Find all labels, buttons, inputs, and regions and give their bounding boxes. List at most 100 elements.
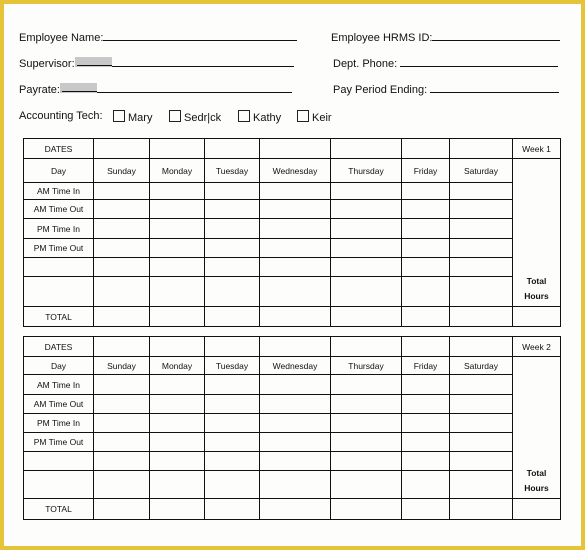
date-cell[interactable]	[204, 138, 260, 159]
time-cell[interactable]	[93, 182, 150, 200]
time-cell[interactable]	[93, 432, 150, 452]
date-cell[interactable]	[401, 138, 450, 159]
time-cell[interactable]	[330, 432, 402, 452]
time-cell[interactable]	[204, 257, 260, 277]
time-cell[interactable]	[401, 374, 450, 395]
checkbox-mary[interactable]: Mary	[113, 110, 152, 124]
time-cell[interactable]	[401, 199, 450, 219]
time-cell[interactable]	[259, 276, 331, 307]
checkbox-kathy[interactable]: Kathy	[238, 110, 281, 124]
time-cell[interactable]	[204, 451, 260, 471]
pay-period-ending-field[interactable]: Pay Period Ending:	[333, 82, 560, 96]
date-cell[interactable]	[449, 138, 513, 159]
time-cell[interactable]	[149, 218, 205, 239]
total-cell[interactable]	[204, 306, 260, 327]
time-cell[interactable]	[449, 238, 513, 258]
time-cell[interactable]	[330, 218, 402, 239]
time-cell[interactable]	[401, 257, 450, 277]
time-cell[interactable]	[401, 182, 450, 200]
time-cell[interactable]	[449, 257, 513, 277]
time-cell[interactable]	[449, 432, 513, 452]
time-cell[interactable]	[401, 451, 450, 471]
time-cell[interactable]	[449, 276, 513, 307]
time-cell[interactable]	[330, 257, 402, 277]
time-cell[interactable]	[149, 257, 205, 277]
time-cell[interactable]	[149, 394, 205, 414]
employee-name-field[interactable]: Employee Name:	[19, 30, 298, 44]
pay-period-ending-line[interactable]	[430, 82, 560, 93]
time-cell[interactable]	[330, 374, 402, 395]
payrate-line[interactable]	[96, 82, 292, 93]
time-cell[interactable]	[204, 374, 260, 395]
total-cell[interactable]	[204, 498, 260, 520]
time-cell[interactable]	[149, 470, 205, 499]
total-cell[interactable]	[401, 306, 450, 327]
total-cell[interactable]	[259, 306, 331, 327]
time-cell[interactable]	[149, 413, 205, 433]
checkbox-sedrick[interactable]: Sedr|ck	[169, 110, 221, 124]
time-cell[interactable]	[401, 394, 450, 414]
time-cell[interactable]	[330, 394, 402, 414]
time-cell[interactable]	[93, 238, 150, 258]
time-cell[interactable]	[204, 218, 260, 239]
time-cell[interactable]	[93, 470, 150, 499]
checkbox-icon[interactable]	[169, 110, 181, 122]
time-cell[interactable]	[93, 394, 150, 414]
time-cell[interactable]	[259, 451, 331, 471]
employee-hrms-id-field[interactable]: Employee HRMS ID:	[331, 30, 561, 44]
total-cell[interactable]	[449, 498, 513, 520]
date-cell[interactable]	[330, 138, 402, 159]
dept-phone-field[interactable]: Dept. Phone:	[333, 56, 559, 70]
time-cell[interactable]	[204, 413, 260, 433]
time-cell[interactable]	[449, 470, 513, 499]
date-cell[interactable]	[259, 336, 331, 357]
time-cell[interactable]	[259, 218, 331, 239]
time-cell[interactable]	[93, 218, 150, 239]
total-cell[interactable]	[330, 306, 402, 327]
time-cell[interactable]	[449, 218, 513, 239]
total-cell[interactable]	[259, 498, 331, 520]
time-cell[interactable]	[449, 199, 513, 219]
time-cell[interactable]	[93, 276, 150, 307]
time-cell[interactable]	[401, 276, 450, 307]
time-cell[interactable]	[401, 470, 450, 499]
time-cell[interactable]	[259, 199, 331, 219]
dept-phone-line[interactable]	[400, 56, 559, 67]
total-cell[interactable]	[449, 306, 513, 327]
time-cell[interactable]	[330, 413, 402, 433]
total-cell[interactable]	[149, 498, 205, 520]
time-cell[interactable]	[149, 238, 205, 258]
time-cell[interactable]	[449, 182, 513, 200]
time-cell[interactable]	[259, 238, 331, 258]
payrate-field[interactable]: Payrate:	[19, 82, 292, 96]
time-cell[interactable]	[259, 413, 331, 433]
time-cell[interactable]	[204, 470, 260, 499]
time-cell[interactable]	[149, 276, 205, 307]
total-cell[interactable]	[149, 306, 205, 327]
time-cell[interactable]	[449, 413, 513, 433]
time-cell[interactable]	[149, 451, 205, 471]
time-cell[interactable]	[259, 432, 331, 452]
checkbox-icon[interactable]	[297, 110, 309, 122]
total-cell[interactable]	[93, 498, 150, 520]
total-cell[interactable]	[401, 498, 450, 520]
time-cell[interactable]	[93, 451, 150, 471]
employee-hrms-id-line[interactable]	[432, 30, 561, 41]
date-cell[interactable]	[93, 336, 150, 357]
time-cell[interactable]	[259, 394, 331, 414]
time-cell[interactable]	[204, 432, 260, 452]
time-cell[interactable]	[149, 432, 205, 452]
time-cell[interactable]	[204, 199, 260, 219]
time-cell[interactable]	[259, 470, 331, 499]
time-cell[interactable]	[149, 182, 205, 200]
time-cell[interactable]	[259, 257, 331, 277]
total-cell[interactable]	[93, 306, 150, 327]
time-cell[interactable]	[330, 451, 402, 471]
time-cell[interactable]	[330, 238, 402, 258]
time-cell[interactable]	[204, 394, 260, 414]
date-cell[interactable]	[204, 336, 260, 357]
time-cell[interactable]	[149, 199, 205, 219]
date-cell[interactable]	[149, 336, 205, 357]
time-cell[interactable]	[330, 182, 402, 200]
time-cell[interactable]	[259, 182, 331, 200]
